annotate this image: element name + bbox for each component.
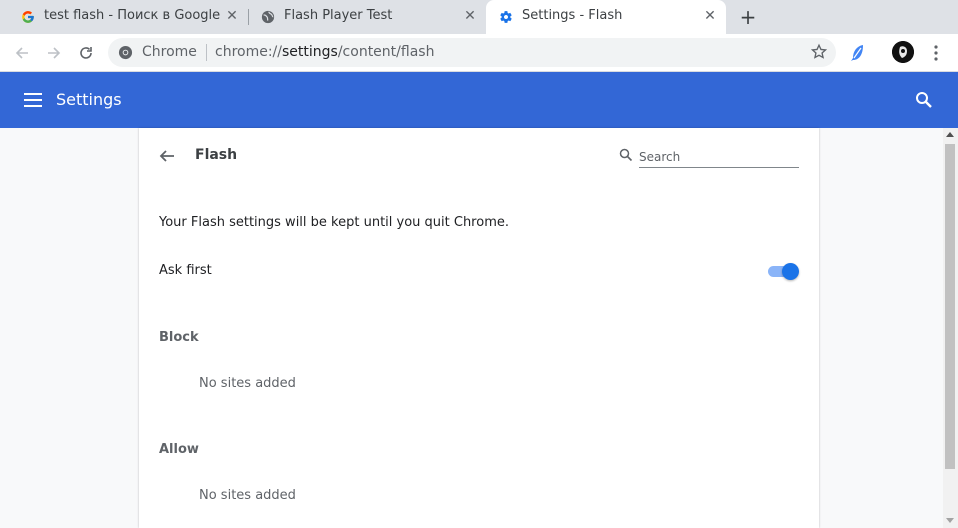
flash-note: Your Flash settings will be kept until y… (159, 215, 509, 230)
back-button[interactable] (11, 42, 33, 64)
scroll-thumb[interactable] (945, 144, 955, 469)
tab-title: Settings - Flash (522, 8, 623, 23)
forward-arrow-icon (48, 47, 61, 59)
ask-first-toggle[interactable] (767, 263, 800, 280)
tab-title: Flash Player Test (284, 8, 393, 23)
url-scheme: chrome:// (215, 44, 282, 60)
tab-settings-flash[interactable]: Settings - Flash ✕ (486, 0, 726, 34)
tab-google-search[interactable]: test flash - Поиск в Google ✕ (0, 0, 248, 34)
block-heading: Block (159, 330, 199, 345)
flash-settings-card: Flash Your Flash settings will be kept u… (139, 128, 819, 528)
hamburger-menu-icon[interactable] (24, 91, 42, 109)
tab-strip: test flash - Поиск в Google ✕ Flash Play… (0, 0, 958, 34)
forward-button[interactable] (43, 42, 65, 64)
profile-avatar[interactable] (892, 41, 914, 63)
toggle-knob (782, 263, 799, 280)
close-icon[interactable]: ✕ (224, 8, 240, 24)
page-scrollbar[interactable] (943, 128, 958, 528)
back-arrow-icon (15, 47, 28, 59)
settings-header: Settings (0, 72, 958, 128)
allow-heading: Allow (159, 442, 199, 457)
extension-feather-icon[interactable] (848, 43, 868, 63)
chrome-icon (118, 45, 133, 60)
globe-icon (260, 9, 276, 25)
new-tab-button[interactable]: + (738, 7, 758, 27)
tab-flash-player-test[interactable]: Flash Player Test ✕ (240, 0, 488, 34)
scroll-down-arrow-icon[interactable] (946, 518, 954, 523)
ask-first-label: Ask first (159, 263, 212, 278)
browser-toolbar: Chrome chrome://settings/content/flash (0, 34, 958, 72)
reload-button[interactable] (75, 42, 97, 64)
google-icon (20, 9, 36, 25)
search-field (619, 146, 799, 168)
omnibox[interactable]: Chrome chrome://settings/content/flash (108, 38, 836, 67)
tab-title: test flash - Поиск в Google (44, 8, 221, 23)
menu-dots-icon[interactable] (928, 42, 944, 64)
allow-empty-message: No sites added (199, 488, 296, 503)
url-path: /content/flash (337, 44, 435, 60)
reload-icon (80, 47, 92, 59)
back-arrow-icon[interactable] (157, 146, 177, 166)
settings-title: Settings (56, 90, 122, 109)
block-empty-message: No sites added (199, 376, 296, 391)
omnibox-divider (206, 44, 207, 61)
scroll-up-arrow-icon[interactable] (946, 132, 954, 137)
close-icon[interactable]: ✕ (462, 8, 478, 24)
url-host: settings (282, 44, 338, 60)
page-title: Flash (195, 147, 238, 163)
search-input[interactable] (639, 146, 799, 168)
security-chip[interactable]: Chrome (142, 44, 197, 60)
gear-icon (498, 9, 514, 25)
bookmark-star-icon[interactable] (810, 43, 828, 61)
close-icon[interactable]: ✕ (702, 8, 718, 24)
url-text[interactable]: chrome://settings/content/flash (215, 44, 434, 60)
search-icon[interactable] (914, 90, 934, 110)
search-icon (619, 148, 633, 162)
